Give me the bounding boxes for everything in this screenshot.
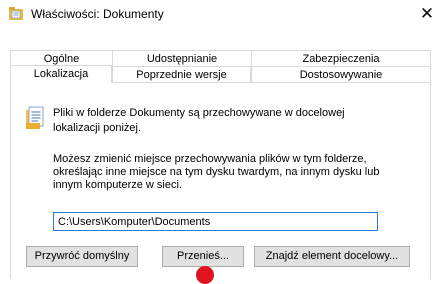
close-icon: ✕ bbox=[419, 4, 435, 23]
tab-previous-versions[interactable]: Poprzednie wersje bbox=[112, 66, 251, 82]
move-button[interactable]: Przenieś... bbox=[162, 246, 244, 267]
document-icon bbox=[26, 106, 44, 129]
click-marker bbox=[196, 266, 214, 284]
tab-security[interactable]: Zabezpieczenia bbox=[251, 50, 431, 66]
tab-sharing[interactable]: Udostępnianie bbox=[112, 50, 251, 66]
info-text: Pliki w folderze Dokumenty są przechowyw… bbox=[53, 107, 345, 134]
tab-customize[interactable]: Dostosowywanie bbox=[251, 66, 431, 82]
tab-general[interactable]: Ogólne bbox=[10, 50, 112, 66]
folder-documents-icon bbox=[9, 7, 23, 20]
window-title: Właściwości: Dokumenty bbox=[31, 7, 164, 21]
description-text: Możesz zmienić miejsce przechowywania pl… bbox=[53, 153, 380, 191]
location-path-field[interactable] bbox=[53, 212, 378, 231]
restore-default-button[interactable]: Przywróć domyślny bbox=[26, 246, 138, 267]
find-target-button[interactable]: Znajdź element docelowy... bbox=[254, 246, 410, 267]
title-bar: Właściwości: Dokumenty ✕ bbox=[0, 0, 442, 30]
close-button[interactable]: ✕ bbox=[412, 0, 442, 30]
tab-location[interactable]: Lokalizacja bbox=[10, 65, 112, 83]
